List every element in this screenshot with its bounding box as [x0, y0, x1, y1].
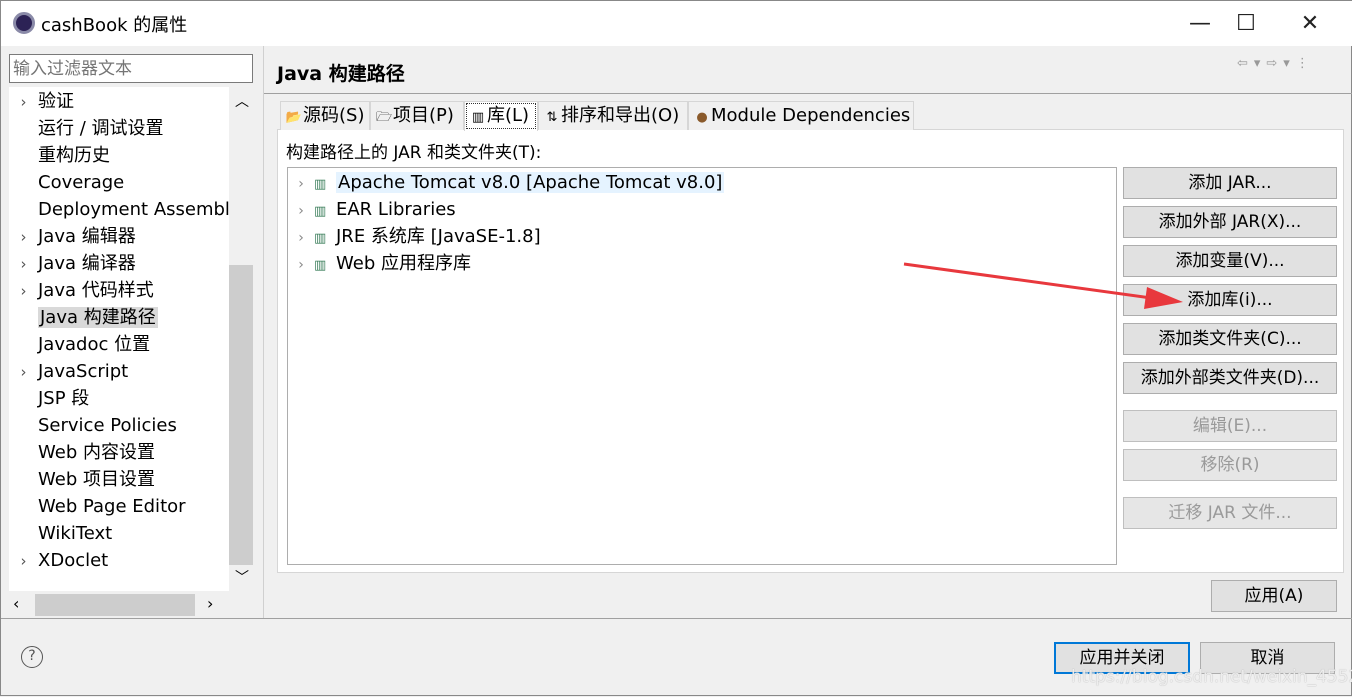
arrow-line — [903, 262, 1152, 300]
annotation-arrow — [903, 262, 1183, 309]
watermark: https://blog.csdn.net/weixin_45525272 — [1071, 667, 1352, 687]
help-icon[interactable]: ? — [21, 646, 43, 668]
arrow-head — [1144, 287, 1183, 309]
divider — [1, 618, 1352, 619]
